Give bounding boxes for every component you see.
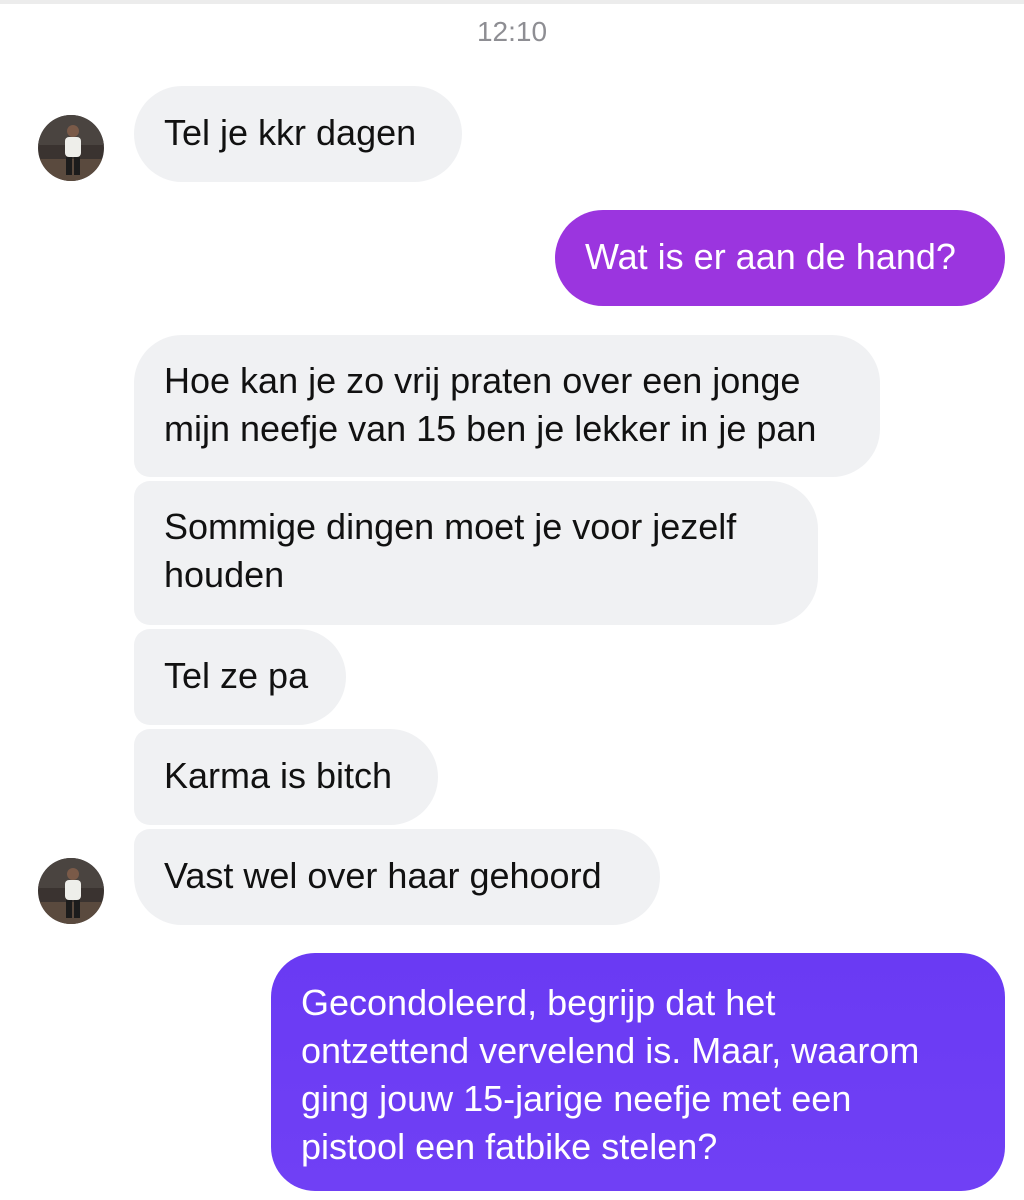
incoming-message-bubble[interactable]: Tel je kkr dagen: [134, 86, 462, 182]
contact-avatar[interactable]: [38, 115, 104, 181]
person-avatar-icon: [38, 858, 104, 924]
outgoing-message-bubble[interactable]: Wat is er aan de hand?: [555, 210, 1005, 306]
contact-avatar[interactable]: [38, 858, 104, 924]
outgoing-message-bubble[interactable]: Gecondoleerd, begrijp dat het ontzettend…: [271, 953, 1005, 1191]
incoming-message-bubble[interactable]: Hoe kan je zo vrij praten over een jonge…: [134, 335, 880, 477]
incoming-message-bubble[interactable]: Karma is bitch: [134, 729, 438, 825]
person-avatar-icon: [38, 115, 104, 181]
top-divider: [0, 0, 1024, 4]
incoming-message-bubble[interactable]: Sommige dingen moet je voor jezelf houde…: [134, 481, 818, 625]
incoming-message-bubble[interactable]: Vast wel over haar gehoord: [134, 829, 660, 925]
incoming-message-bubble[interactable]: Tel ze pa: [134, 629, 346, 725]
message-timestamp: 12:10: [476, 16, 548, 47]
